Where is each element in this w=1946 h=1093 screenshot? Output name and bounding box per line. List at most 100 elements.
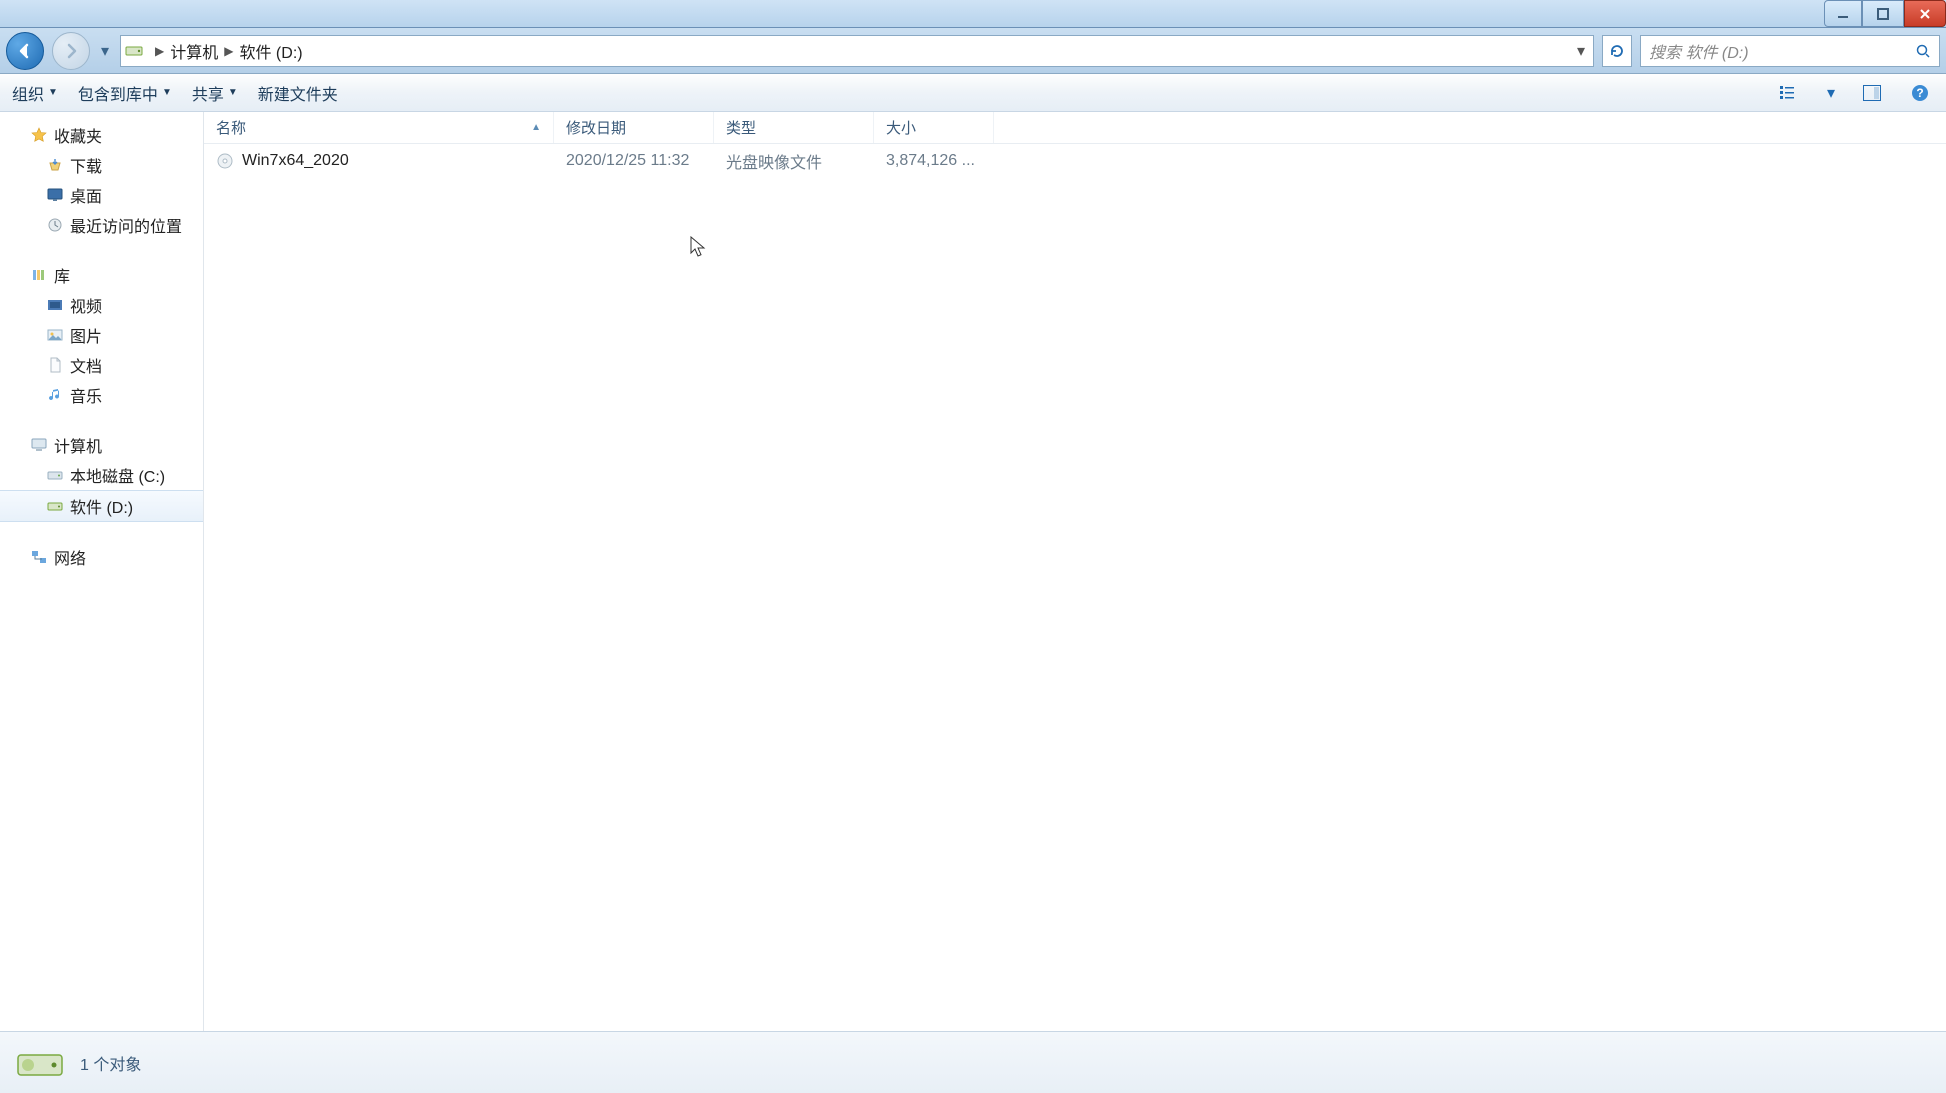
navbar: ▾ ▶ 计算机 ▶ 软件 (D:) ▾ 搜索 软件 (D:) <box>0 28 1946 74</box>
preview-pane-button[interactable] <box>1858 79 1886 107</box>
new-folder-label: 新建文件夹 <box>258 81 338 105</box>
svg-text:?: ? <box>1916 86 1923 100</box>
history-dropdown[interactable]: ▾ <box>98 32 112 70</box>
column-headers: 名称 ▲ 修改日期 类型 大小 <box>204 112 1946 144</box>
toolbar: 组织 ▼ 包含到库中 ▼ 共享 ▼ 新建文件夹 ▾ ? <box>0 74 1946 112</box>
sidebar-item-favorites[interactable]: 收藏夹 <box>0 120 203 150</box>
caret-down-icon: ▼ <box>228 87 238 98</box>
back-button[interactable] <box>6 32 44 70</box>
desktop-icon <box>46 186 64 204</box>
column-date[interactable]: 修改日期 <box>554 112 714 143</box>
search-icon <box>1915 43 1931 59</box>
videos-label: 视频 <box>70 293 102 317</box>
help-button[interactable]: ? <box>1906 79 1934 107</box>
column-type[interactable]: 类型 <box>714 112 874 143</box>
file-list[interactable]: Win7x64_2020 2020/12/25 11:32 光盘映像文件 3,8… <box>204 144 1946 1031</box>
forward-button[interactable] <box>52 32 90 70</box>
details-pane: 1 个对象 <box>0 1031 1946 1093</box>
search-input[interactable]: 搜索 软件 (D:) <box>1640 35 1940 67</box>
libraries-group: 库 视频 图片 文档 音乐 <box>0 260 203 410</box>
column-name-label: 名称 <box>216 117 246 138</box>
view-dropdown[interactable]: ▾ <box>1824 79 1838 107</box>
file-type: 光盘映像文件 <box>714 149 874 173</box>
favorites-group: 收藏夹 下载 桌面 最近访问的位置 <box>0 120 203 240</box>
minimize-button[interactable] <box>1824 0 1862 27</box>
pictures-label: 图片 <box>70 323 102 347</box>
status-count: 1 个对象 <box>80 1051 141 1075</box>
breadcrumb-sep-icon: ▶ <box>155 44 164 58</box>
breadcrumb-computer[interactable]: 计算机 <box>170 39 218 63</box>
recent-label: 最近访问的位置 <box>70 213 182 237</box>
titlebar <box>0 0 1946 28</box>
drive-icon <box>46 497 64 515</box>
network-label: 网络 <box>54 545 86 569</box>
sidebar-item-pictures[interactable]: 图片 <box>0 320 203 350</box>
sidebar-item-documents[interactable]: 文档 <box>0 350 203 380</box>
computer-group: 计算机 本地磁盘 (C:) 软件 (D:) <box>0 430 203 522</box>
sidebar-item-desktop[interactable]: 桌面 <box>0 180 203 210</box>
computer-icon <box>30 436 48 454</box>
cursor-icon <box>690 236 708 258</box>
network-icon <box>30 548 48 566</box>
picture-icon <box>46 326 64 344</box>
desktop-label: 桌面 <box>70 183 102 207</box>
column-size[interactable]: 大小 <box>874 112 994 143</box>
document-icon <box>46 356 64 374</box>
column-type-label: 类型 <box>726 117 756 138</box>
main-area: 收藏夹 下载 桌面 最近访问的位置 库 视频 <box>0 112 1946 1031</box>
content-pane: 名称 ▲ 修改日期 类型 大小 Win7x64_2020 2 <box>204 112 1946 1031</box>
column-size-label: 大小 <box>886 117 916 138</box>
address-dropdown[interactable]: ▾ <box>1573 41 1589 61</box>
share-label: 共享 <box>192 81 224 105</box>
sidebar-item-libraries[interactable]: 库 <box>0 260 203 290</box>
file-name: Win7x64_2020 <box>242 152 349 170</box>
maximize-button[interactable] <box>1862 0 1904 27</box>
network-group: 网络 <box>0 542 203 572</box>
download-icon <box>46 156 64 174</box>
window-controls <box>1824 0 1946 27</box>
music-label: 音乐 <box>70 383 102 407</box>
column-name[interactable]: 名称 ▲ <box>204 112 554 143</box>
library-icon <box>30 266 48 284</box>
sidebar-item-computer[interactable]: 计算机 <box>0 430 203 460</box>
documents-label: 文档 <box>70 353 102 377</box>
share-menu[interactable]: 共享 ▼ <box>192 81 238 105</box>
refresh-button[interactable] <box>1602 35 1632 67</box>
sidebar-item-videos[interactable]: 视频 <box>0 290 203 320</box>
sidebar-item-drive-c[interactable]: 本地磁盘 (C:) <box>0 460 203 490</box>
include-in-library-menu[interactable]: 包含到库中 ▼ <box>78 81 172 105</box>
drive-d-label: 软件 (D:) <box>70 494 133 518</box>
sidebar-item-drive-d[interactable]: 软件 (D:) <box>0 490 203 522</box>
close-button[interactable] <box>1904 0 1946 27</box>
new-folder-button[interactable]: 新建文件夹 <box>258 81 338 105</box>
file-size: 3,874,126 ... <box>874 152 994 170</box>
sidebar-item-music[interactable]: 音乐 <box>0 380 203 410</box>
file-row[interactable]: Win7x64_2020 2020/12/25 11:32 光盘映像文件 3,8… <box>204 144 1946 178</box>
column-date-label: 修改日期 <box>566 117 626 138</box>
favorites-label: 收藏夹 <box>54 123 102 147</box>
recent-icon <box>46 216 64 234</box>
iso-file-icon <box>216 152 234 170</box>
sidebar: 收藏夹 下载 桌面 最近访问的位置 库 视频 <box>0 112 204 1031</box>
breadcrumb-current[interactable]: 软件 (D:) <box>239 39 302 63</box>
search-placeholder: 搜索 软件 (D:) <box>1649 39 1749 63</box>
caret-down-icon: ▼ <box>48 87 58 98</box>
sidebar-item-recent[interactable]: 最近访问的位置 <box>0 210 203 240</box>
computer-label: 计算机 <box>54 433 102 457</box>
include-label: 包含到库中 <box>78 81 158 105</box>
address-bar[interactable]: ▶ 计算机 ▶ 软件 (D:) ▾ <box>120 35 1594 67</box>
drive-icon <box>125 42 143 60</box>
video-icon <box>46 296 64 314</box>
caret-down-icon: ▼ <box>162 87 172 98</box>
downloads-label: 下载 <box>70 153 102 177</box>
music-icon <box>46 386 64 404</box>
drive-icon <box>46 466 64 484</box>
drive-large-icon <box>14 1037 66 1089</box>
star-icon <box>30 126 48 144</box>
organize-menu[interactable]: 组织 ▼ <box>12 81 58 105</box>
drive-c-label: 本地磁盘 (C:) <box>70 463 165 487</box>
libraries-label: 库 <box>54 263 70 287</box>
view-mode-button[interactable] <box>1776 79 1804 107</box>
sidebar-item-network[interactable]: 网络 <box>0 542 203 572</box>
sidebar-item-downloads[interactable]: 下载 <box>0 150 203 180</box>
